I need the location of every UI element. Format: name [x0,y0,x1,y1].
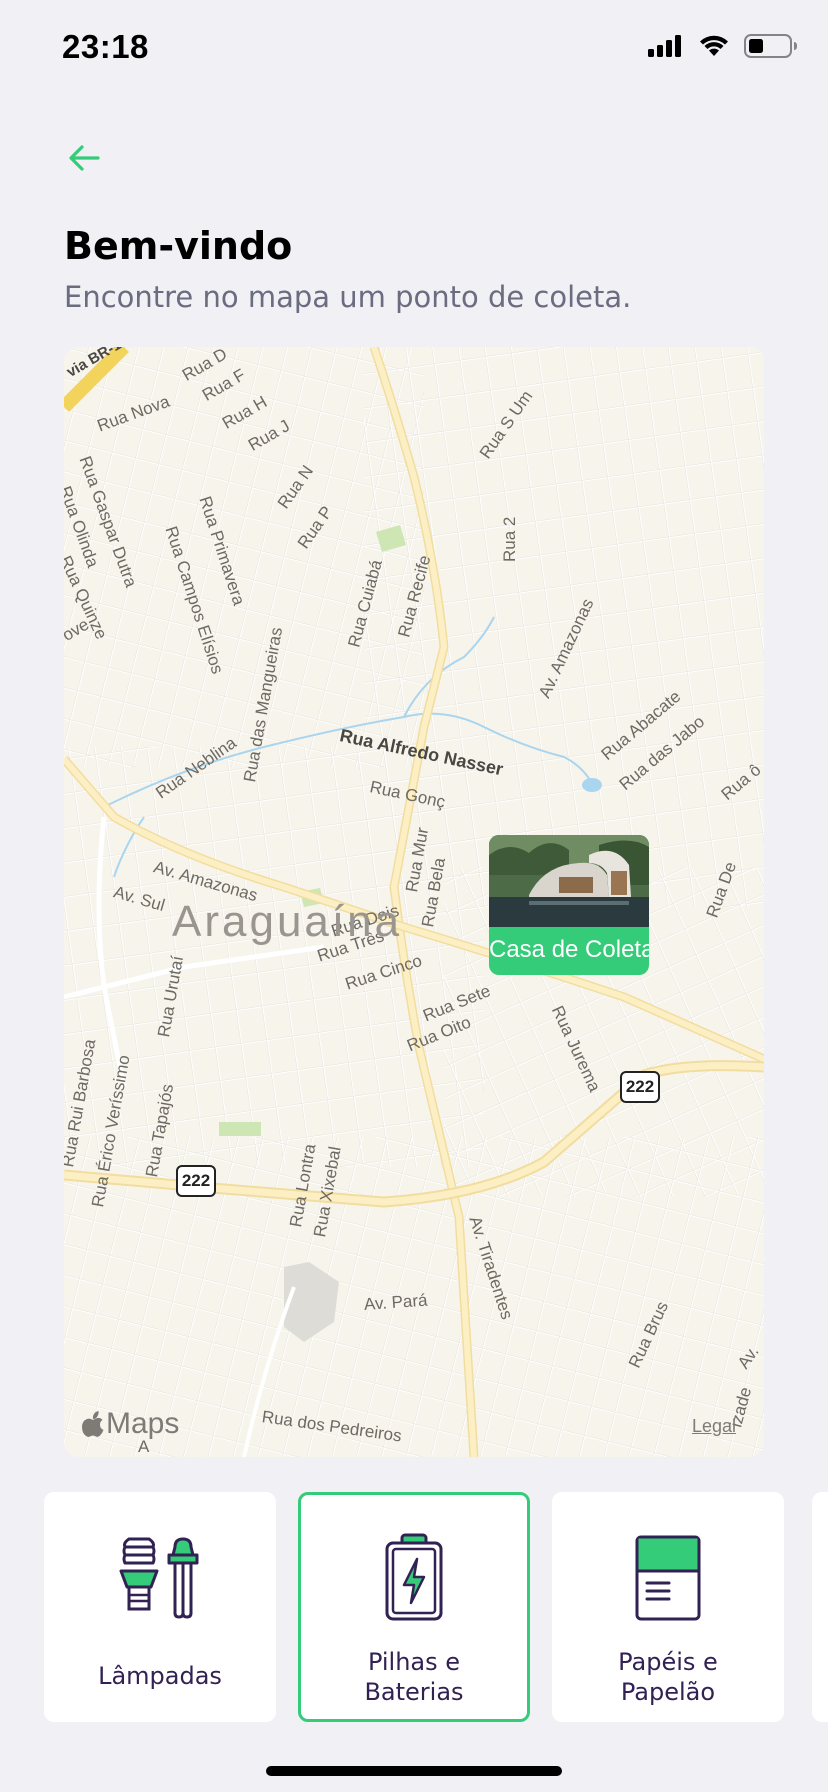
map[interactable]: via BR-153 Rua D Rua F Rua H Rua J Rua N… [64,347,764,1457]
status-icons [648,34,798,58]
battery-status-icon [744,34,797,58]
wifi-icon [700,35,728,56]
arrow-left-icon [69,145,100,171]
item-label: Lâmpadas [98,1662,222,1690]
item-label-line: Papelão [620,1678,716,1706]
back-button[interactable] [64,138,104,178]
page-subtitle: Encontre no mapa um ponto de coleta. [64,280,632,314]
map-marker[interactable]: Casa de Coleta [489,835,649,975]
apple-maps-logo: Maps [82,1407,179,1441]
item-label: Pilhas e Baterias [301,1647,527,1707]
marker-photo [489,835,649,927]
item-next-partial[interactable] [812,1492,828,1722]
lamps-icon [110,1533,210,1623]
item-papeis-papelao[interactable]: Papéis e Papelão [552,1492,784,1722]
apple-logo-icon [82,1411,104,1437]
item-pilhas-baterias[interactable]: Pilhas e Baterias [298,1492,530,1722]
item-label-line: Baterias [364,1678,464,1706]
status-bar: 23:18 [0,0,828,100]
highway-shield: 222 [176,1165,216,1197]
highway-shield: 222 [620,1071,660,1103]
home-indicator [266,1766,562,1776]
item-label: Papéis e Papelão [555,1647,781,1707]
marker-title: Casa de Coleta [489,936,649,963]
item-lampadas[interactable]: Lâmpadas [44,1492,276,1722]
item-label-line: Pilhas e [367,1648,461,1676]
legal-link[interactable]: Legal [692,1416,736,1437]
page-title: Bem-vindo [64,224,293,268]
map-city-label: Araguaína [172,897,403,946]
item-label-line: Papéis e [618,1648,718,1676]
battery-icon [364,1533,464,1623]
items-carousel[interactable]: Lâmpadas Pilhas e Baterias Papéis e Pape… [44,1490,828,1725]
status-time: 23:18 [62,28,149,65]
signal-icon [648,35,681,57]
paper-icon [618,1533,718,1623]
maps-attribution: Maps [106,1407,180,1440]
map-label: Rua 2 [500,516,519,562]
